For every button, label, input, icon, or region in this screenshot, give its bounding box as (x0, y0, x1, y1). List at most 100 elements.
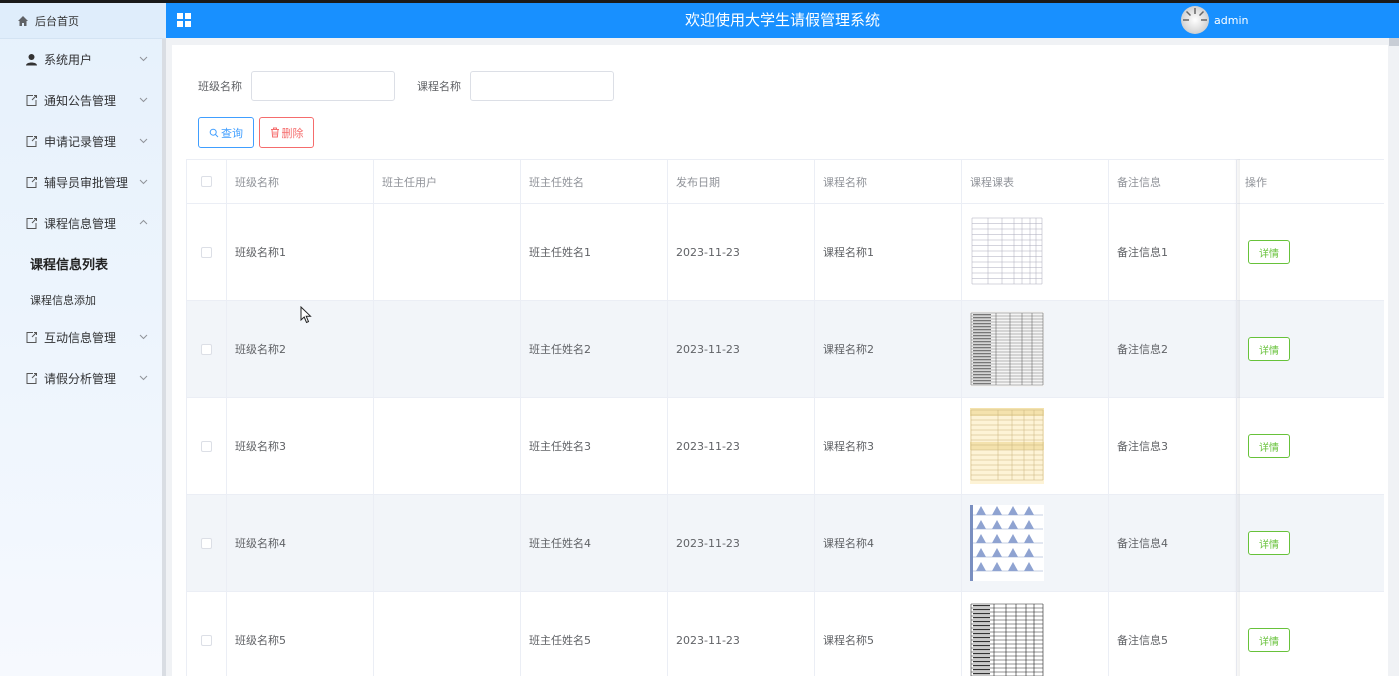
sidebar-subitem-label: 课程信息添加 (30, 294, 96, 307)
column-header[interactable]: 班主任用户 (374, 160, 521, 203)
menu-grid-icon[interactable] (176, 12, 192, 28)
row-checkbox[interactable] (201, 343, 212, 355)
home-icon (18, 15, 28, 26)
chevron-down-icon (139, 375, 148, 381)
cell-class-name: 班级名称4 (227, 495, 374, 591)
column-header[interactable]: 课程名称 (815, 160, 962, 203)
row-checkbox[interactable] (201, 246, 212, 258)
sidebar-home-link[interactable]: 后台首页 (0, 3, 166, 39)
chevron-up-icon (139, 219, 148, 225)
table-row[interactable]: 班级名称2 班主任姓名2 2023-11-23 课程名称2 备注信息2 详情 (187, 301, 1384, 398)
schedule-thumbnail[interactable] (970, 214, 1044, 290)
select-all-checkbox[interactable] (201, 176, 212, 187)
chevron-down-icon (139, 138, 148, 144)
row-checkbox[interactable] (201, 537, 212, 549)
sidebar-item-label: 通知公告管理 (44, 93, 117, 108)
table-header: 班级名称 班主任用户 班主任姓名 发布日期 课程名称 课程课表 备注信息 操作 (187, 160, 1384, 204)
sidebar-item-application-records[interactable]: 申请记录管理 (0, 123, 162, 159)
scrollbar-thumb[interactable] (1389, 38, 1399, 46)
column-header[interactable]: 备注信息 (1109, 160, 1237, 203)
column-header[interactable]: 课程课表 (962, 160, 1109, 203)
sidebar-subitem-course-add[interactable]: 课程信息添加 (0, 283, 162, 317)
sidebar-subitem-label: 课程信息列表 (30, 257, 109, 273)
table-row[interactable]: 班级名称4 班主任姓名4 2023-11-23 课程名称4 备注信息4 详情 (187, 495, 1384, 592)
sidebar-item-counselor-approval[interactable]: 辅导员审批管理 (0, 164, 162, 200)
row-checkbox[interactable] (201, 634, 212, 646)
cell-actions: 详情 (1237, 592, 1384, 676)
sidebar-subitem-course-list[interactable]: 课程信息列表 (0, 246, 162, 280)
row-select-cell (187, 592, 227, 676)
cell-teacher-user (374, 204, 521, 300)
course-name-input[interactable] (470, 71, 614, 101)
cell-teacher-name: 班主任姓名5 (521, 592, 668, 676)
mouse-cursor-icon (300, 306, 312, 324)
class-name-input[interactable] (251, 71, 395, 101)
table-row[interactable]: 班级名称3 班主任姓名3 2023-11-23 课程名称3 备注信息3 详情 (187, 398, 1384, 495)
cell-course-name: 课程名称3 (815, 398, 962, 494)
cell-remark: 备注信息4 (1109, 495, 1237, 591)
cell-schedule (962, 495, 1109, 591)
cell-course-name: 课程名称1 (815, 204, 962, 300)
row-select-cell (187, 495, 227, 591)
table-row[interactable]: 班级名称1 班主任姓名1 2023-11-23 课程名称1 备注信息1 详情 (187, 204, 1384, 301)
cell-teacher-user (374, 301, 521, 397)
detail-button[interactable]: 详情 (1248, 531, 1290, 555)
cell-class-name: 班级名称5 (227, 592, 374, 676)
column-header[interactable]: 发布日期 (668, 160, 815, 203)
top-header: 欢迎使用大学生请假管理系统 admin (166, 3, 1399, 38)
cell-remark: 备注信息3 (1109, 398, 1237, 494)
schedule-thumbnail[interactable] (970, 311, 1044, 387)
cell-remark: 备注信息1 (1109, 204, 1237, 300)
query-button[interactable]: 查询 (198, 117, 254, 148)
detail-button[interactable]: 详情 (1248, 240, 1290, 264)
table-row[interactable]: 班级名称5 班主任姓名5 2023-11-23 课程名称5 备注信息5 详情 (187, 592, 1384, 676)
external-link-icon (26, 331, 37, 343)
cell-schedule (962, 398, 1109, 494)
cell-course-name: 课程名称4 (815, 495, 962, 591)
fixed-column-shadow (1234, 159, 1240, 676)
class-name-label: 班级名称 (198, 80, 242, 93)
row-select-cell (187, 301, 227, 397)
course-table: 班级名称 班主任用户 班主任姓名 发布日期 课程名称 课程课表 备注信息 操作 … (186, 159, 1384, 676)
sidebar-item-system-users[interactable]: 系统用户 (0, 41, 162, 77)
external-link-icon (26, 176, 37, 188)
row-checkbox[interactable] (201, 440, 212, 452)
schedule-thumbnail[interactable] (970, 408, 1044, 484)
cell-actions: 详情 (1237, 495, 1384, 591)
cell-date: 2023-11-23 (668, 398, 815, 494)
username-label[interactable]: admin (1214, 3, 1248, 38)
chevron-down-icon (139, 179, 148, 185)
sidebar-item-label: 系统用户 (44, 52, 93, 67)
sidebar-item-course-info[interactable]: 课程信息管理 (0, 205, 162, 241)
cell-date: 2023-11-23 (668, 592, 815, 676)
chevron-down-icon (139, 56, 148, 62)
external-link-icon (26, 217, 37, 229)
delete-button[interactable]: 删除 (259, 117, 314, 148)
delete-button-label: 删除 (281, 126, 304, 140)
chevron-down-icon (139, 334, 148, 340)
cell-teacher-name: 班主任姓名1 (521, 204, 668, 300)
detail-button[interactable]: 详情 (1248, 628, 1290, 652)
cell-teacher-name: 班主任姓名2 (521, 301, 668, 397)
column-header: 操作 (1237, 160, 1384, 203)
cell-class-name: 班级名称1 (227, 204, 374, 300)
schedule-thumbnail[interactable] (970, 602, 1044, 676)
detail-button[interactable]: 详情 (1248, 337, 1290, 361)
sidebar-item-leave-analysis[interactable]: 请假分析管理 (0, 360, 162, 396)
user-icon (26, 53, 37, 65)
detail-button[interactable]: 详情 (1248, 434, 1290, 458)
sidebar-item-interaction[interactable]: 互动信息管理 (0, 319, 162, 355)
avatar-icon (1183, 8, 1207, 21)
sidebar-item-label: 申请记录管理 (44, 134, 117, 149)
sidebar: 后台首页 系统用户 通知公告管理 申请记录管理 辅导员审批管理 课程信息管理 课… (0, 3, 166, 676)
sidebar-item-label: 请假分析管理 (44, 371, 117, 386)
column-header[interactable]: 班主任姓名 (521, 160, 668, 203)
avatar[interactable] (1181, 6, 1209, 34)
cell-teacher-name: 班主任姓名3 (521, 398, 668, 494)
sidebar-item-notice[interactable]: 通知公告管理 (0, 82, 162, 118)
course-name-label: 课程名称 (417, 80, 461, 93)
column-header[interactable]: 班级名称 (227, 160, 374, 203)
cell-schedule (962, 204, 1109, 300)
schedule-thumbnail[interactable] (970, 505, 1044, 581)
external-link-icon (26, 94, 37, 106)
